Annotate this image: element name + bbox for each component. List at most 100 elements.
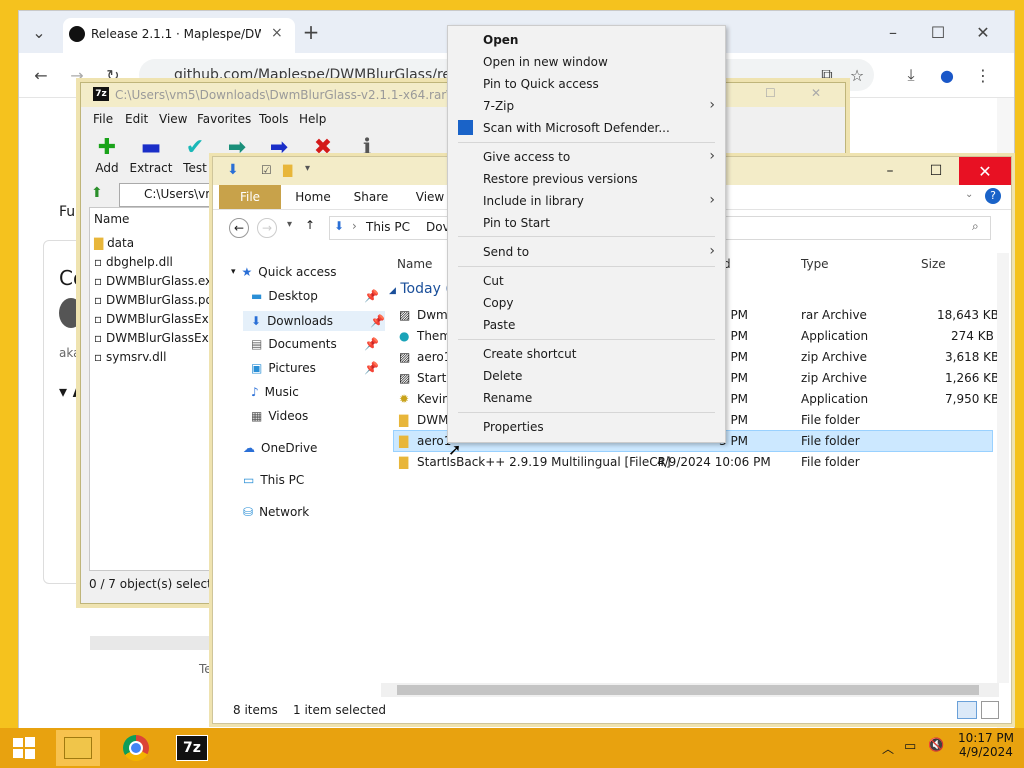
taskbar-file-explorer[interactable]	[56, 730, 100, 766]
menu-icon[interactable]: ⋮	[971, 63, 995, 87]
nav-desktop-label: Desktop	[268, 289, 318, 303]
menu-item-create-shortcut[interactable]: Create shortcut	[448, 343, 725, 365]
up-icon[interactable]: ↑	[305, 218, 315, 232]
menu-item-cut[interactable]: Cut	[448, 270, 725, 292]
browser-tab[interactable]: Release 2.1.1 · Maplespe/DWM ×	[63, 18, 295, 53]
bookmark-star-icon[interactable]: ☆	[845, 63, 869, 87]
menu-item-scan-defender[interactable]: Scan with Microsoft Defender...	[448, 117, 725, 139]
7zip-menu-help[interactable]: Help	[299, 112, 326, 126]
nav-desktop[interactable]: ▬ Desktop 📌	[251, 289, 379, 303]
chevron-up-icon[interactable]: ︿	[882, 740, 894, 757]
menu-item-rename[interactable]: Rename	[448, 387, 725, 409]
list-item[interactable]: ▫ DWMBlurGlassExt.c	[94, 312, 224, 326]
7zip-menu-view[interactable]: View	[159, 112, 187, 126]
new-tab-icon[interactable]: +	[299, 20, 323, 44]
ribbon-tab-share[interactable]: Share	[341, 185, 401, 209]
7zip-menu-tools[interactable]: Tools	[259, 112, 289, 126]
menu-item-send-to[interactable]: Send to ›	[448, 241, 725, 263]
tab-close-icon[interactable]: ×	[271, 25, 283, 41]
menu-item-restore-versions[interactable]: Restore previous versions	[448, 168, 725, 190]
list-item[interactable]: ▫ DWMBlurGlass.exe	[94, 274, 219, 288]
taskbar-chrome[interactable]	[114, 730, 158, 766]
extract-button[interactable]: ▬ Extract	[127, 135, 175, 175]
menu-item-give-access[interactable]: Give access to ›	[448, 146, 725, 168]
menu-item-include-library[interactable]: Include in library ›	[448, 190, 725, 212]
nav-downloads[interactable]: ⬇ Downloads 📌	[243, 311, 385, 331]
tab-search-icon[interactable]: ⌄	[27, 20, 51, 44]
nav-documents[interactable]: ▤ Documents 📌	[251, 337, 379, 351]
breadcrumb-this-pc[interactable]: This PC	[366, 220, 410, 234]
volume-mute-icon[interactable]: 🔇	[928, 738, 944, 753]
list-item[interactable]: ▫ dbghelp.dll	[94, 255, 173, 269]
menu-item-paste[interactable]: Paste	[448, 314, 725, 336]
hscroll-thumb[interactable]	[397, 685, 979, 695]
list-item[interactable]: ▫ DWMBlurGlass.pdb	[94, 293, 221, 307]
taskbar-7zip[interactable]: 7z	[170, 730, 214, 766]
nav-videos[interactable]: ▦ Videos	[251, 409, 308, 423]
back-icon[interactable]: ←	[229, 218, 249, 238]
explorer-search[interactable]: loads ⌕	[683, 216, 991, 240]
clock[interactable]: 10:17 PM 4/9/2024	[958, 731, 1014, 759]
quick-access-toolbar-down-icon[interactable]: ⬇	[227, 162, 239, 178]
details-view-icon[interactable]	[957, 701, 977, 719]
7zip-up-icon[interactable]: ⬆	[91, 185, 103, 201]
7zip-menu-edit[interactable]: Edit	[125, 112, 148, 126]
minimize-icon[interactable]: –	[881, 20, 905, 44]
menu-item-properties[interactable]: Properties	[448, 416, 725, 438]
group-header-today[interactable]: ◢ Today (	[389, 281, 451, 297]
7zip-close-icon[interactable]: ✕	[811, 86, 821, 100]
menu-item-delete[interactable]: Delete	[448, 365, 725, 387]
start-button[interactable]	[2, 730, 46, 766]
menu-item-open[interactable]: Open	[448, 29, 725, 51]
7zip-address-field[interactable]: C:\Users\vm	[119, 183, 217, 207]
menu-item-7zip[interactable]: 7-Zip ›	[448, 95, 725, 117]
customize-qat-icon[interactable]: ▾	[305, 163, 310, 174]
7zip-maximize-icon[interactable]: ☐	[765, 86, 776, 100]
nav-quick-access[interactable]: ▾ ★ Quick access	[231, 265, 336, 279]
nav-music[interactable]: ♪ Music	[251, 385, 299, 399]
add-button[interactable]: ✚ Add	[83, 135, 131, 175]
ribbon-tab-file[interactable]: File	[219, 185, 281, 209]
list-item[interactable]: ▫ symsrv.dll	[94, 350, 166, 364]
ribbon-tab-home[interactable]: Home	[285, 185, 341, 209]
explorer-close-icon[interactable]: ✕	[959, 157, 1011, 185]
explorer-minimize-icon[interactable]: –	[867, 157, 913, 185]
close-icon[interactable]: ✕	[971, 20, 995, 44]
explorer-hscroll[interactable]	[381, 683, 999, 697]
forward-icon[interactable]: →	[257, 218, 277, 238]
large-icons-view-icon[interactable]	[981, 701, 999, 719]
list-item[interactable]: ▇ data	[94, 236, 134, 250]
ribbon-expand-icon[interactable]: ⌄	[965, 189, 973, 200]
7zip-menu-favorites[interactable]: Favorites	[197, 112, 251, 126]
column-type[interactable]: Type	[801, 257, 829, 271]
list-item[interactable]: ▫ DWMBlurGlassExt.p	[94, 331, 225, 345]
column-name[interactable]: Name	[397, 257, 432, 271]
table-row[interactable]: ▇ StartIsBack++ 2.9.19 Multilingual [Fil…	[393, 452, 991, 472]
back-icon[interactable]: ←	[29, 63, 53, 87]
download-icon[interactable]: ⤓	[899, 63, 923, 87]
menu-item-pin-quick-access[interactable]: Pin to Quick access	[448, 73, 725, 95]
explorer-maximize-icon[interactable]: ☐	[913, 157, 959, 185]
nav-onedrive[interactable]: ☁ OneDrive	[243, 441, 317, 455]
maximize-icon[interactable]: ☐	[926, 20, 950, 44]
context-menu: Open Open in new window Pin to Quick acc…	[447, 25, 726, 443]
help-icon[interactable]: ?	[985, 188, 1001, 204]
column-size[interactable]: Size	[921, 257, 946, 271]
nav-pictures[interactable]: ▣ Pictures 📌	[251, 361, 379, 375]
explorer-vscroll[interactable]	[997, 253, 1009, 683]
explorer-address-bar[interactable]: ⬇ › This PC Dov	[329, 216, 450, 240]
new-folder-icon[interactable]: ▇	[283, 163, 292, 177]
nav-network[interactable]: ⛁ Network	[243, 505, 309, 519]
profile-icon[interactable]: ●	[935, 63, 959, 87]
menu-item-open-new-window[interactable]: Open in new window	[448, 51, 725, 73]
videos-icon: ▦	[251, 409, 263, 423]
menu-item-pin-start[interactable]: Pin to Start	[448, 212, 725, 234]
recent-locations-icon[interactable]: ▾	[287, 219, 292, 230]
7zip-column-name[interactable]: Name	[94, 212, 129, 226]
properties-icon[interactable]: ☑	[261, 163, 272, 177]
menu-item-copy[interactable]: Copy	[448, 292, 725, 314]
7zip-hscroll[interactable]	[90, 636, 215, 650]
network-icon[interactable]: ▭	[904, 739, 916, 754]
7zip-menu-file[interactable]: File	[93, 112, 113, 126]
nav-this-pc[interactable]: ▭ This PC	[243, 473, 304, 487]
